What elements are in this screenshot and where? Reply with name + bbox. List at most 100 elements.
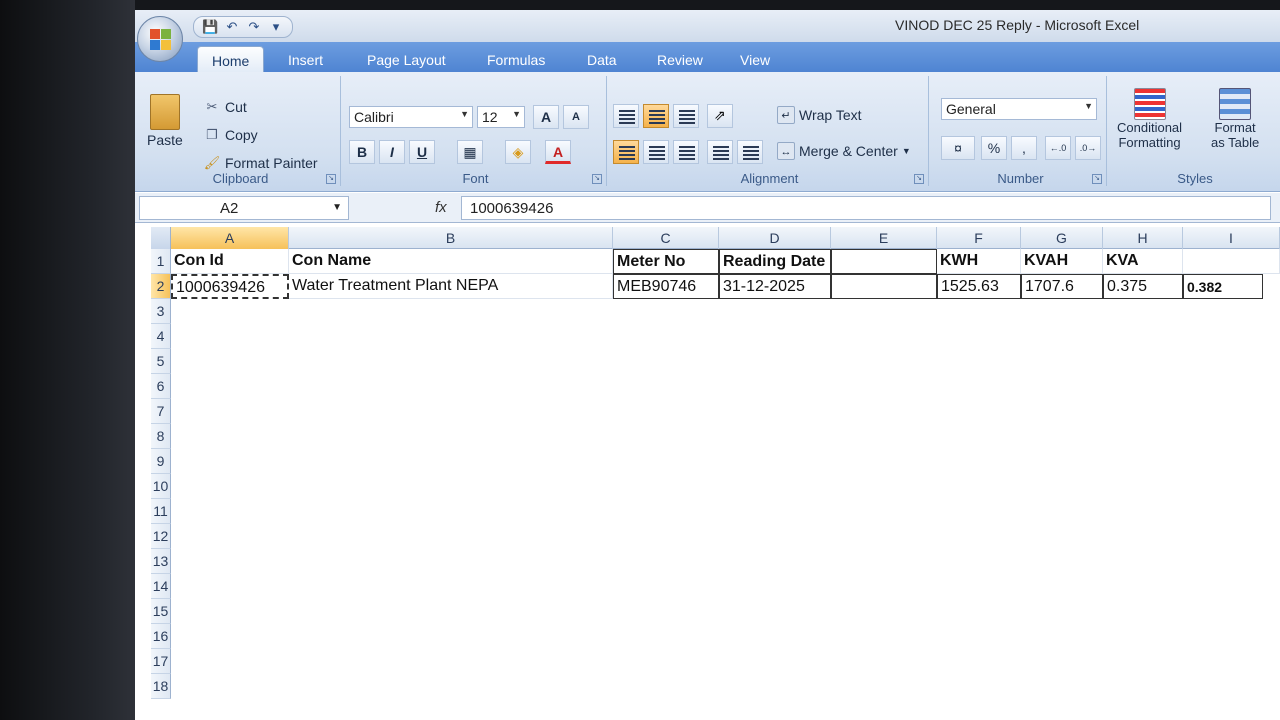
wrap-text-button[interactable]: ↵ Wrap Text (777, 106, 862, 124)
column-header-d[interactable]: D (719, 227, 831, 249)
formula-input[interactable]: 1000639426 (461, 196, 1271, 220)
bold-button[interactable]: B (349, 140, 375, 164)
cell-b1[interactable]: Con Name (289, 249, 613, 274)
align-top-button[interactable] (613, 104, 639, 128)
cell-c1[interactable]: Meter No (613, 249, 719, 274)
format-as-table-button[interactable]: Format as Table (1211, 88, 1259, 150)
tab-page-layout[interactable]: Page Layout (367, 52, 446, 68)
office-button[interactable] (137, 16, 183, 62)
row-header[interactable]: 2 (151, 274, 171, 299)
paste-button[interactable]: Paste (147, 94, 183, 148)
font-launcher-icon[interactable]: ↘ (592, 174, 602, 184)
row-header[interactable]: 5 (151, 349, 171, 374)
align-left-button[interactable] (613, 140, 639, 164)
align-right-button[interactable] (673, 140, 699, 164)
tab-home[interactable]: Home (197, 46, 265, 72)
clipboard-launcher-icon[interactable]: ↘ (326, 174, 336, 184)
column-header-a[interactable]: A (171, 227, 289, 249)
row-header[interactable]: 7 (151, 399, 171, 424)
cell-a1[interactable]: Con Id (171, 249, 289, 274)
number-format-combo[interactable]: General ▼ (941, 98, 1097, 120)
italic-button[interactable]: I (379, 140, 405, 164)
borders-button[interactable]: ▦ (457, 140, 483, 164)
tab-review[interactable]: Review (657, 52, 703, 68)
column-header-i[interactable]: I (1183, 227, 1280, 249)
cell-e1[interactable] (831, 249, 937, 274)
cell-b2[interactable]: Water Treatment Plant NEPA (289, 274, 613, 299)
orientation-button[interactable]: ⇗ (707, 104, 733, 128)
row-header[interactable]: 6 (151, 374, 171, 399)
row-header[interactable]: 17 (151, 649, 171, 674)
format-painter-button[interactable]: 🖌 Format Painter (203, 154, 318, 172)
row-header[interactable]: 18 (151, 674, 171, 699)
font-size-combo[interactable]: 12 ▼ (477, 106, 525, 128)
row-header[interactable]: 8 (151, 424, 171, 449)
percent-button[interactable]: % (981, 136, 1007, 160)
cell-h2[interactable]: 0.375 (1103, 274, 1183, 299)
cell-d1[interactable]: Reading Date (719, 249, 831, 274)
font-name-combo[interactable]: Calibri ▼ (349, 106, 473, 128)
row-header[interactable]: 13 (151, 549, 171, 574)
cell-i2[interactable]: 0.382 (1183, 274, 1263, 299)
currency-button[interactable]: ¤ (941, 136, 975, 160)
fill-color-button[interactable]: ◈ (505, 140, 531, 164)
font-color-button[interactable]: A (545, 140, 571, 164)
cell-c2[interactable]: MEB90746 (613, 274, 719, 299)
column-header-e[interactable]: E (831, 227, 937, 249)
shrink-font-button[interactable]: A (563, 105, 589, 129)
redo-icon[interactable]: ↷ (246, 19, 262, 35)
save-icon[interactable]: 💾 (202, 19, 218, 35)
quick-access-toolbar: 💾 ↶ ↷ ▾ (193, 16, 293, 38)
tab-view[interactable]: View (740, 52, 770, 68)
row-header[interactable]: 14 (151, 574, 171, 599)
column-header-f[interactable]: F (937, 227, 1021, 249)
tab-insert[interactable]: Insert (288, 52, 323, 68)
cell-f2[interactable]: 1525.63 (937, 274, 1021, 299)
cell-e2[interactable] (831, 274, 937, 299)
column-header-g[interactable]: G (1021, 227, 1103, 249)
grow-font-button[interactable]: A (533, 105, 559, 129)
conditional-formatting-button[interactable]: Conditional Formatting (1117, 88, 1182, 150)
tab-data[interactable]: Data (587, 52, 617, 68)
decrease-decimal-button[interactable]: .0→ (1075, 136, 1101, 160)
row-header[interactable]: 9 (151, 449, 171, 474)
cell-d2[interactable]: 31-12-2025 (719, 274, 831, 299)
row-header[interactable]: 12 (151, 524, 171, 549)
alignment-launcher-icon[interactable]: ↘ (914, 174, 924, 184)
row-header[interactable]: 1 (151, 249, 171, 274)
insert-function-icon[interactable]: fx (435, 199, 447, 216)
cell-a2[interactable]: 1000639426 (171, 274, 289, 299)
row-header[interactable]: 3 (151, 299, 171, 324)
merge-center-button[interactable]: ↔ Merge & Center ▼ (777, 142, 911, 160)
comma-button[interactable]: , (1011, 136, 1037, 160)
decrease-indent-button[interactable] (707, 140, 733, 164)
name-box[interactable]: A2 ▼ (139, 196, 349, 220)
cut-button[interactable]: ✂ Cut (203, 98, 247, 116)
cell-g2[interactable]: 1707.6 (1021, 274, 1103, 299)
copy-label: Copy (225, 127, 258, 143)
align-center-button[interactable] (643, 140, 669, 164)
row-header[interactable]: 15 (151, 599, 171, 624)
column-header-c[interactable]: C (613, 227, 719, 249)
align-middle-button[interactable] (643, 104, 669, 128)
copy-button[interactable]: ❐ Copy (203, 126, 258, 144)
cell-f1[interactable]: KWH (937, 249, 1021, 274)
customize-icon[interactable]: ▾ (268, 19, 284, 35)
underline-button[interactable]: U (409, 140, 435, 164)
align-bottom-button[interactable] (673, 104, 699, 128)
row-header[interactable]: 16 (151, 624, 171, 649)
increase-indent-button[interactable] (737, 140, 763, 164)
column-header-b[interactable]: B (289, 227, 613, 249)
column-header-h[interactable]: H (1103, 227, 1183, 249)
row-header[interactable]: 4 (151, 324, 171, 349)
cell-g1[interactable]: KVAH (1021, 249, 1103, 274)
row-header[interactable]: 11 (151, 499, 171, 524)
tab-formulas[interactable]: Formulas (487, 52, 545, 68)
number-launcher-icon[interactable]: ↘ (1092, 174, 1102, 184)
cell-h1[interactable]: KVA (1103, 249, 1183, 274)
increase-decimal-button[interactable]: ←.0 (1045, 136, 1071, 160)
select-all-corner[interactable] (151, 227, 171, 249)
undo-icon[interactable]: ↶ (224, 19, 240, 35)
row-header[interactable]: 10 (151, 474, 171, 499)
cell-i1[interactable] (1183, 249, 1280, 274)
